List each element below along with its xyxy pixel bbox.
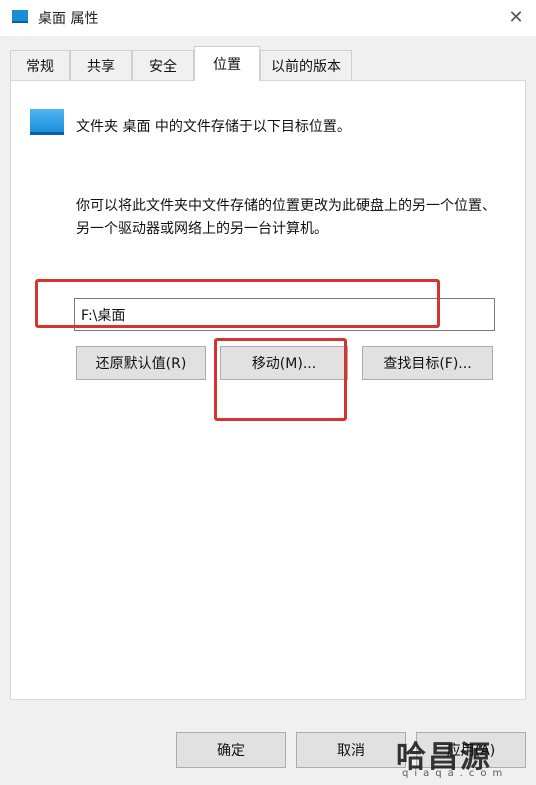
restore-default-button[interactable]: 还原默认值(R) bbox=[76, 346, 206, 380]
folder-icon bbox=[30, 109, 64, 135]
tab-strip: 常规 共享 安全 位置 以前的版本 bbox=[10, 46, 530, 81]
tab-general[interactable]: 常规 bbox=[10, 50, 70, 80]
apply-button[interactable]: 应用(A) bbox=[416, 732, 526, 768]
watermark-sub: qiaqa.com bbox=[402, 768, 509, 779]
title-bar: 桌面 属性 ✕ bbox=[0, 0, 536, 36]
cancel-button[interactable]: 取消 bbox=[296, 732, 406, 768]
location-description: 你可以将此文件夹中文件存储的位置更改为此硬盘上的另一个位置、另一个驱动器或网络上… bbox=[76, 198, 496, 237]
tab-sharing[interactable]: 共享 bbox=[70, 50, 132, 80]
find-target-button[interactable]: 查找目标(F)... bbox=[362, 346, 493, 380]
tab-location[interactable]: 位置 bbox=[194, 46, 260, 81]
ok-button[interactable]: 确定 bbox=[176, 732, 286, 768]
move-button[interactable]: 移动(M)... bbox=[220, 346, 348, 380]
folder-icon bbox=[12, 10, 28, 23]
close-button[interactable]: ✕ bbox=[496, 0, 536, 34]
close-icon: ✕ bbox=[508, 6, 524, 28]
tab-security[interactable]: 安全 bbox=[132, 50, 194, 80]
path-input[interactable] bbox=[74, 298, 495, 331]
location-info-text: 文件夹 桌面 中的文件存储于以下目标位置。 bbox=[76, 119, 351, 135]
location-panel bbox=[10, 80, 526, 700]
window-title: 桌面 属性 bbox=[38, 11, 99, 27]
tab-previous-versions[interactable]: 以前的版本 bbox=[260, 50, 352, 80]
